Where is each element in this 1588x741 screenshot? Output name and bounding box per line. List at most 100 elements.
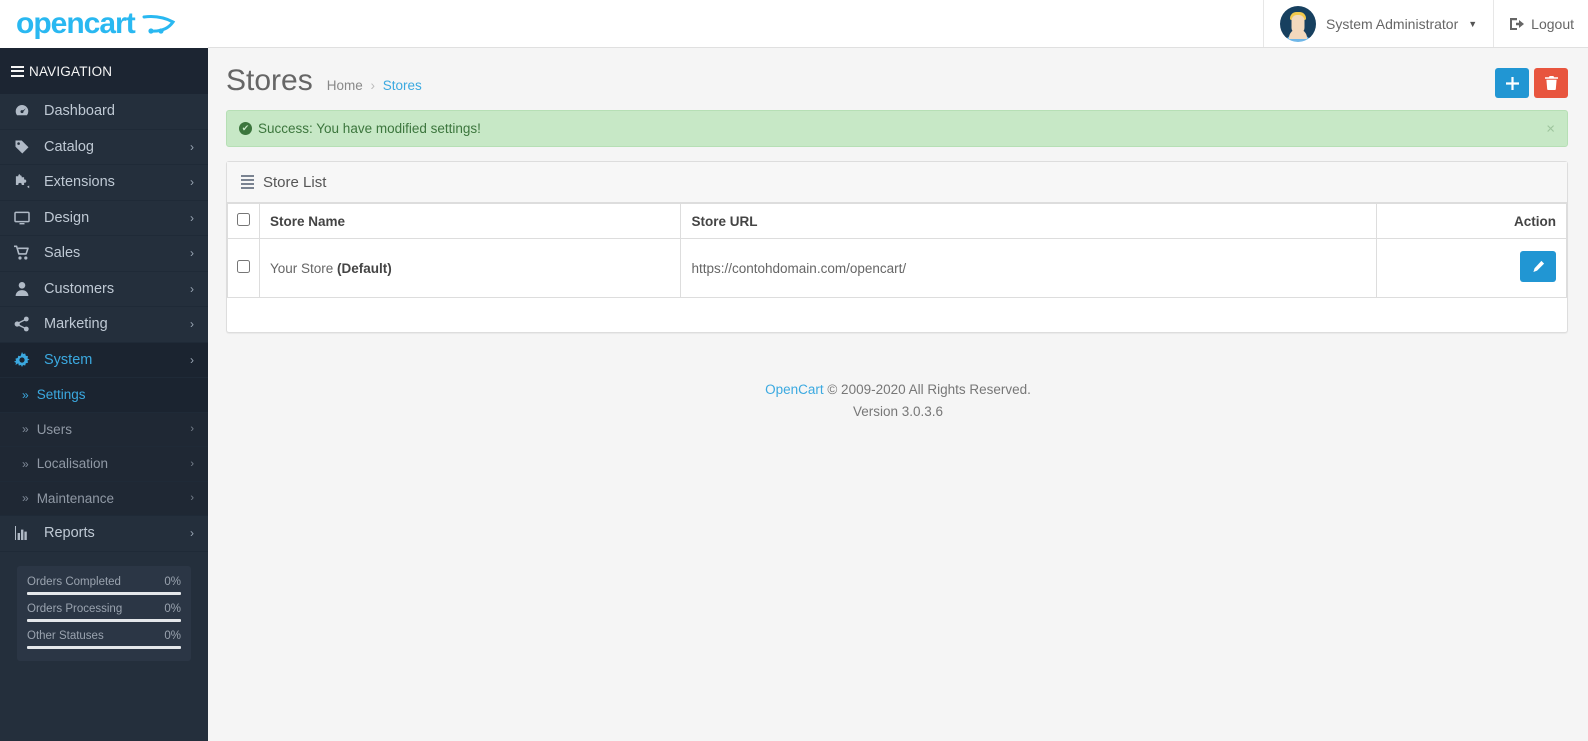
- stat-label: Orders Completed: [27, 575, 121, 588]
- add-new-button[interactable]: [1495, 68, 1529, 98]
- chevron-right-icon: ›: [190, 352, 194, 367]
- chevron-right-icon: ›: [190, 317, 194, 332]
- sidebar-item-marketing[interactable]: Marketing ›: [0, 307, 208, 343]
- gear-icon: [14, 351, 36, 368]
- chevron-down-icon: ▼: [1468, 18, 1478, 29]
- row-checkbox[interactable]: [237, 260, 250, 273]
- logo-text: opencart: [16, 7, 136, 40]
- select-all-cell: [227, 203, 260, 239]
- user-icon: [14, 281, 36, 297]
- table-header-row: Store Name Store URL Action: [227, 203, 1567, 239]
- double-chevron-icon: »: [22, 491, 29, 506]
- bar-chart-icon: [14, 525, 36, 541]
- puzzle-icon: [14, 174, 36, 190]
- sidebar-subitem-label: Maintenance: [36, 490, 114, 506]
- row-select-cell: [227, 238, 260, 298]
- page-footer: OpenCart © 2009-2020 All Rights Reserved…: [208, 379, 1588, 422]
- sidebar-item-label: Reports: [44, 525, 95, 542]
- order-stats-panel: Orders Completed 0% Orders Processing 0% Oth…: [17, 565, 191, 661]
- stat-label: Other Statuses: [27, 629, 104, 642]
- shopping-cart-icon: [142, 13, 176, 35]
- check-circle-icon: ✔: [239, 122, 252, 135]
- share-icon: [14, 316, 36, 332]
- sidebar-item-label: Catalog: [44, 138, 94, 155]
- chevron-right-icon: ›: [190, 139, 194, 154]
- sidebar-subitem-settings[interactable]: » Settings: [0, 378, 208, 413]
- alert-message: Success: You have modified settings!: [258, 121, 481, 136]
- sidebar-subitem-localisation[interactable]: » Localisation ›: [0, 447, 208, 482]
- chevron-right-icon: ›: [190, 246, 194, 261]
- hamburger-icon: [11, 63, 24, 79]
- table-head: Store Name Store URL Action: [227, 203, 1567, 239]
- navigation-header-label: NAVIGATION: [29, 63, 113, 79]
- chevron-right-icon: ›: [190, 175, 194, 190]
- store-table: Store Name Store URL Action Your Store (…: [227, 203, 1567, 298]
- panel-footer: [227, 298, 1567, 332]
- delete-button[interactable]: [1534, 68, 1568, 98]
- edit-button[interactable]: [1520, 251, 1556, 282]
- cart-icon: [14, 245, 36, 261]
- sidebar-subitem-label: Localisation: [36, 456, 108, 472]
- sidebar-item-catalog[interactable]: Catalog ›: [0, 130, 208, 165]
- opencart-logo: opencart: [16, 9, 176, 39]
- stat-progress-bar: [27, 618, 181, 622]
- list-icon: [241, 173, 254, 191]
- sidebar-subitem-users[interactable]: » Users ›: [0, 412, 208, 447]
- chevron-right-icon: ›: [190, 210, 194, 225]
- sidebar-item-sales[interactable]: Sales ›: [0, 236, 208, 272]
- page-title: Stores: [226, 64, 313, 97]
- logout-icon: [1510, 17, 1525, 31]
- version-text: Version 3.0.3.6: [852, 403, 944, 419]
- stat-progress-bar: [27, 591, 181, 595]
- sidebar-item-extensions[interactable]: Extensions ›: [0, 165, 208, 201]
- cell-store-name: Your Store (Default): [258, 238, 682, 298]
- success-alert: ✔ Success: You have modified settings! ×: [226, 110, 1568, 147]
- close-icon[interactable]: ×: [1546, 120, 1555, 137]
- copyright-text: © 2009-2020 All Rights Reserved.: [823, 382, 1031, 397]
- table-body: Your Store (Default) https://contohdomain…: [227, 238, 1567, 298]
- chevron-right-icon: ›: [190, 526, 194, 541]
- table-row: Your Store (Default) https://contohdomain…: [227, 238, 1567, 298]
- breadcrumb-separator: ›: [370, 78, 376, 93]
- chevron-right-icon: ›: [190, 423, 194, 436]
- panel-header: Store List: [227, 162, 1567, 203]
- sidebar-subitem-maintenance[interactable]: » Maintenance ›: [0, 481, 208, 516]
- breadcrumb-current[interactable]: Stores: [383, 78, 422, 93]
- column-action: Action: [1376, 203, 1567, 239]
- avatar: [1279, 5, 1316, 42]
- brand-logo-area[interactable]: opencart: [0, 0, 208, 48]
- cell-action: [1376, 238, 1567, 298]
- sidebar-item-label: Dashboard: [44, 103, 115, 120]
- sidebar-item-design[interactable]: Design ›: [0, 201, 208, 236]
- chevron-right-icon: ›: [190, 281, 194, 296]
- sidebar-item-dashboard[interactable]: Dashboard: [0, 94, 208, 130]
- breadcrumb-home[interactable]: Home: [327, 78, 363, 93]
- store-list-panel: Store List Store Name Store URL Action Y…: [226, 161, 1568, 333]
- navigation-header[interactable]: NAVIGATION: [0, 48, 208, 94]
- opencart-link[interactable]: OpenCart: [765, 382, 824, 397]
- sidebar-item-label: Design: [44, 209, 90, 226]
- store-default-label: (Default): [337, 260, 392, 276]
- top-header-bar: System Administrator ▼ Logout: [208, 0, 1588, 48]
- column-store-url: Store URL: [680, 203, 1377, 239]
- stat-value: 0%: [164, 575, 181, 588]
- logout-label: Logout: [1531, 15, 1574, 32]
- sidebar-item-label: System: [44, 351, 93, 368]
- cell-store-url: https://contohdomain.com/opencart/: [680, 238, 1377, 298]
- sidebar-item-reports[interactable]: Reports ›: [0, 516, 208, 552]
- trash-icon: [1544, 76, 1558, 90]
- user-menu-dropdown[interactable]: System Administrator ▼: [1262, 0, 1493, 47]
- sidebar-item-customers[interactable]: Customers ›: [0, 272, 208, 307]
- plus-icon: [1505, 76, 1519, 90]
- sidebar: opencart NAVIGATION Dashboard Catalog › Ext…: [0, 0, 208, 741]
- logout-button[interactable]: Logout: [1493, 0, 1588, 47]
- dashboard-icon: [14, 103, 36, 119]
- sidebar-item-label: Extensions: [44, 174, 115, 191]
- stat-value: 0%: [164, 602, 181, 615]
- select-all-checkbox[interactable]: [237, 213, 250, 226]
- stat-orders-processing: Orders Processing 0%: [27, 603, 181, 622]
- user-name-label: System Administrator: [1325, 15, 1459, 32]
- tag-icon: [14, 139, 36, 155]
- sidebar-item-system[interactable]: System ›: [0, 342, 208, 378]
- chevron-right-icon: ›: [190, 457, 194, 470]
